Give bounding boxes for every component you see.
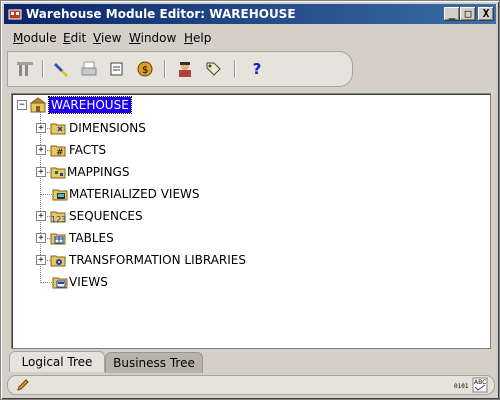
app-icon xyxy=(8,9,22,20)
status-bar: 0101 ABC xyxy=(7,375,495,395)
svg-text:#: # xyxy=(56,148,64,158)
maximize-button[interactable]: □ xyxy=(460,7,476,21)
expander-mappings[interactable]: + xyxy=(36,167,46,177)
tag-icon[interactable] xyxy=(204,60,222,78)
configure-icon[interactable]: $ xyxy=(136,60,154,78)
tree-item-label[interactable]: DIMENSIONS xyxy=(69,120,146,136)
menu-window[interactable]: Window xyxy=(129,31,176,45)
expander-tables[interactable]: + xyxy=(36,233,46,243)
dimension-folder-icon xyxy=(50,123,66,135)
materialized-view-folder-icon xyxy=(52,189,68,201)
transformation-folder-icon xyxy=(50,255,66,267)
help-icon[interactable]: ? xyxy=(248,60,266,78)
warehouse-icon xyxy=(30,97,46,113)
toolbar-separator xyxy=(42,60,43,78)
tree-item-label[interactable]: TABLES xyxy=(69,230,114,246)
window-title: Warehouse Module Editor: WAREHOUSE xyxy=(26,7,296,21)
view-folder-icon xyxy=(52,277,68,289)
toolbar-separator xyxy=(234,60,235,78)
binary-icon[interactable]: 0101 xyxy=(454,378,470,392)
toolbar: $ ? xyxy=(7,51,353,87)
tree-item-label[interactable]: SEQUENCES xyxy=(69,208,143,224)
sequence-folder-icon: 123 xyxy=(50,211,66,224)
tree-item-label[interactable]: FACTS xyxy=(69,142,106,158)
table-folder-icon xyxy=(50,233,66,245)
tree-item-label[interactable]: MATERIALIZED VIEWS xyxy=(69,186,200,202)
print-icon[interactable] xyxy=(80,60,98,78)
expander-sequences[interactable]: + xyxy=(36,211,46,221)
menu-help[interactable]: Help xyxy=(184,31,211,45)
editor-window: Warehouse Module Editor: WAREHOUSE _ □ X… xyxy=(0,0,500,400)
menu-edit[interactable]: Edit xyxy=(63,31,86,45)
edit-icon[interactable] xyxy=(108,60,126,78)
tree-item-label[interactable]: TRANSFORMATION LIBRARIES xyxy=(69,252,246,268)
fact-folder-icon: # xyxy=(50,145,66,158)
expander-transformation-libraries[interactable]: + xyxy=(36,255,46,265)
user-icon[interactable] xyxy=(176,60,194,78)
menu-module[interactable]: Module xyxy=(13,31,57,45)
tree-root-label[interactable]: WAREHOUSE xyxy=(48,96,132,114)
root-expander[interactable]: − xyxy=(17,100,27,110)
tree-item-label[interactable]: MAPPINGS xyxy=(67,164,129,180)
mapping-folder-icon xyxy=(50,167,66,179)
minimize-button[interactable]: _ xyxy=(444,7,460,21)
tree-item-label[interactable]: VIEWS xyxy=(69,274,108,290)
menu-view[interactable]: View xyxy=(93,31,121,45)
svg-text:123: 123 xyxy=(51,215,66,224)
tab-business-tree[interactable]: Business Tree xyxy=(105,352,203,373)
expander-dimensions[interactable]: + xyxy=(36,123,46,133)
svg-text:0101: 0101 xyxy=(454,383,469,390)
tree-tabs: Logical Tree Business Tree xyxy=(9,351,493,373)
pencil-icon[interactable] xyxy=(16,378,30,392)
expander-facts[interactable]: + xyxy=(36,145,46,155)
flashlight-icon[interactable] xyxy=(52,60,70,78)
logical-tree[interactable]: − WAREHOUSE + DIMENSIONS + # FACTS + MAP… xyxy=(11,93,491,349)
menu-bar: Module Edit View Window Help xyxy=(4,27,496,49)
properties-icon[interactable] xyxy=(16,60,34,78)
title-bar[interactable]: Warehouse Module Editor: WAREHOUSE _ □ X xyxy=(4,4,496,24)
close-button[interactable]: X xyxy=(478,7,494,21)
toolbar-separator xyxy=(164,60,165,78)
svg-text:$: $ xyxy=(142,65,148,76)
tab-logical-tree[interactable]: Logical Tree xyxy=(9,351,105,372)
spellcheck-icon[interactable]: ABC xyxy=(472,377,488,393)
